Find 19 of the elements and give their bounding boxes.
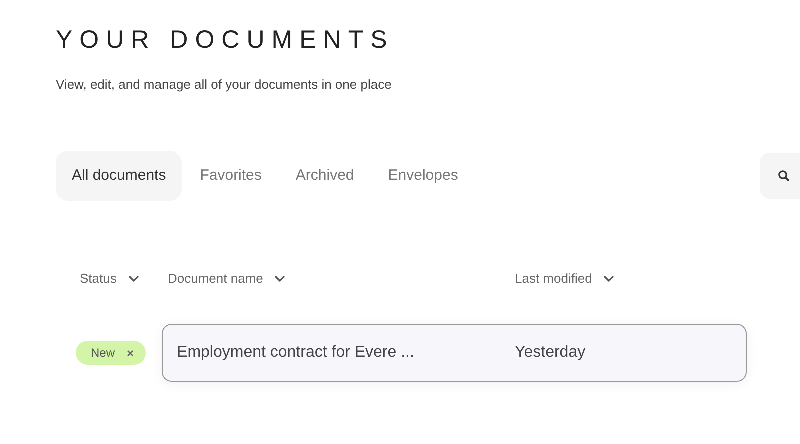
status-label: New — [91, 346, 116, 360]
modified-date: Yesterday — [515, 344, 586, 362]
column-header[interactable]: Document name — [168, 271, 264, 286]
tab[interactable]: All documents — [56, 151, 182, 201]
document-row[interactable]: Employment contract for Evere ... Yesterday — [162, 324, 748, 382]
chevron-down-icon[interactable] — [275, 276, 286, 282]
page-subtitle: View, edit, and manage all of your documents in one place — [56, 77, 393, 92]
page-title: YOUR DOCUMENTS — [56, 26, 396, 55]
document-name: Employment contract for Evere ... — [177, 344, 416, 362]
tab[interactable]: Archived — [280, 151, 370, 201]
search-button[interactable] — [760, 153, 800, 199]
chevron-down-icon[interactable] — [604, 276, 614, 282]
close-icon[interactable] — [127, 350, 134, 356]
chevron-down-icon[interactable] — [128, 276, 139, 282]
column-header[interactable]: Status — [80, 271, 117, 286]
tab[interactable]: Envelopes — [372, 151, 474, 201]
tab[interactable]: Favorites — [184, 151, 278, 201]
column-header[interactable]: Last modified — [515, 271, 592, 286]
search-icon — [778, 170, 790, 182]
